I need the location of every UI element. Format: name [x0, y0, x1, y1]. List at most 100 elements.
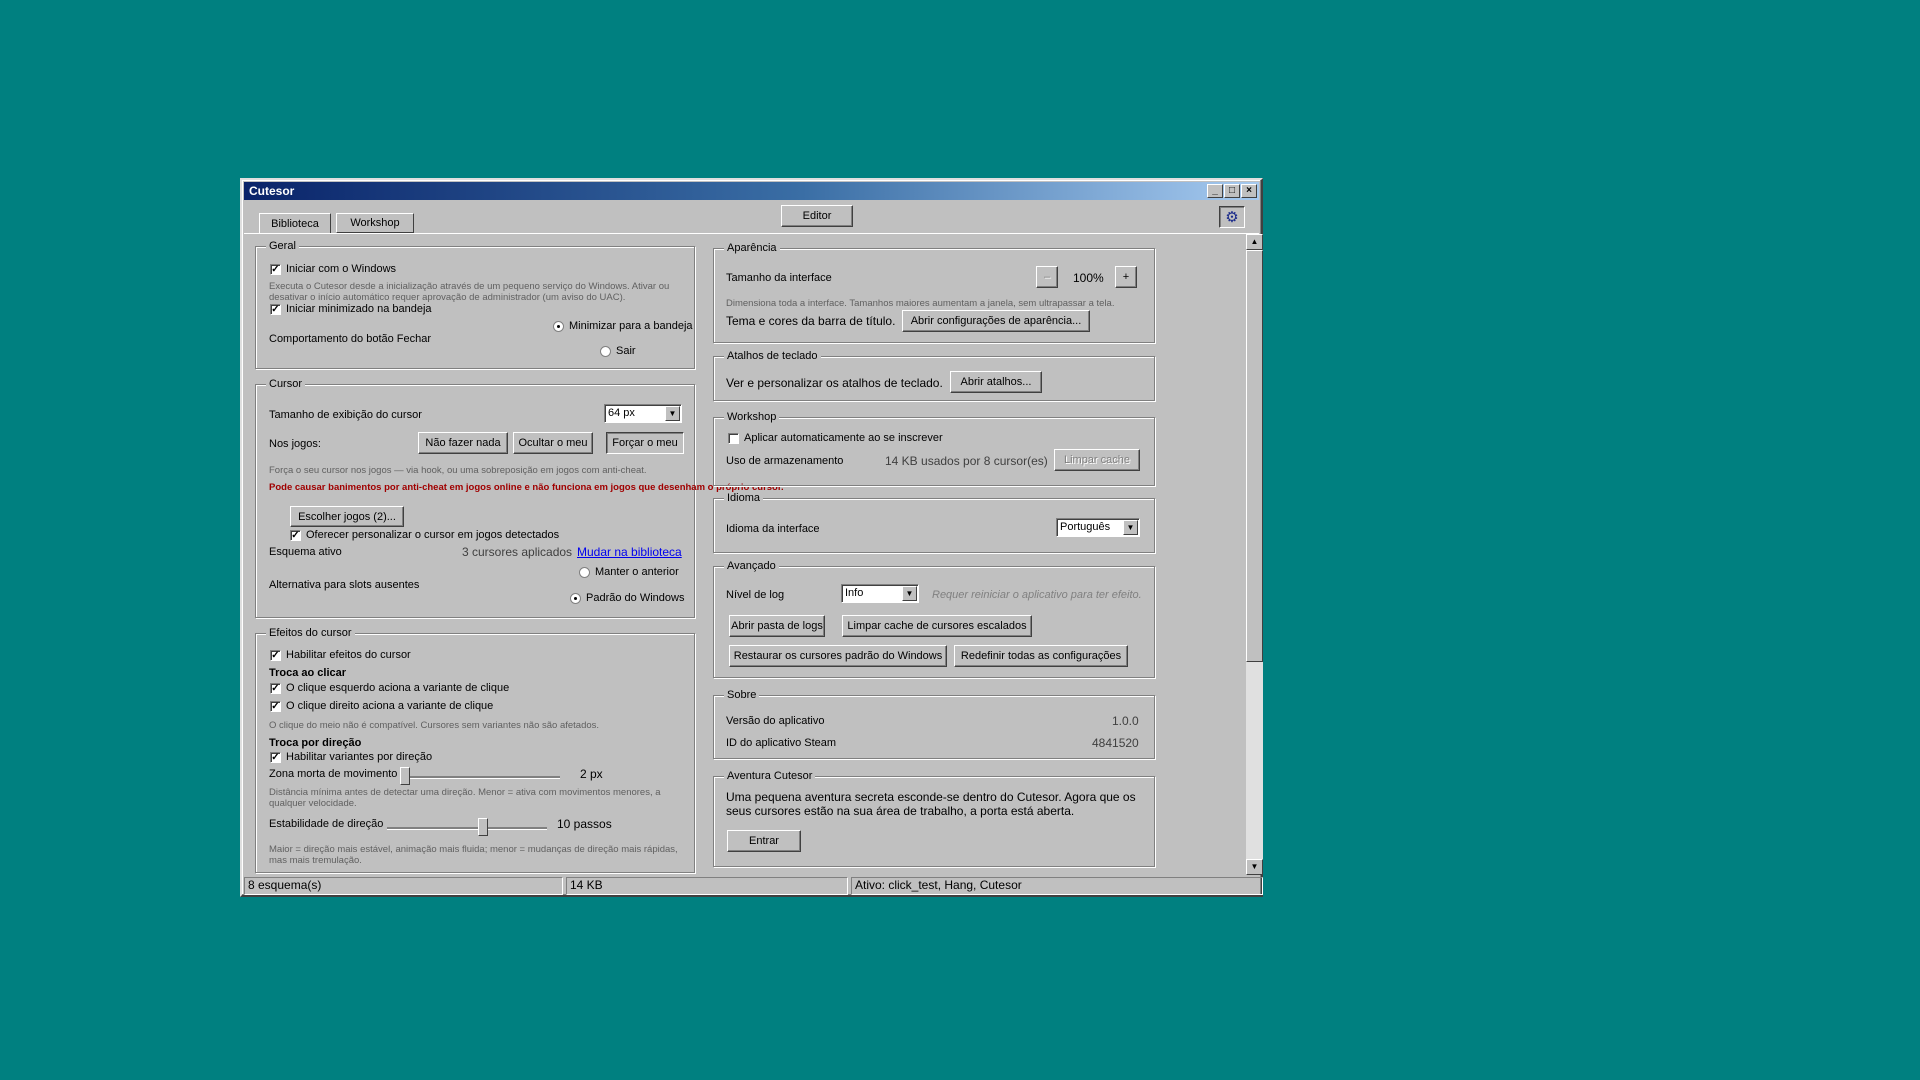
direction-swap-heading: Troca por direção	[269, 737, 362, 749]
group-geral-title: Geral	[266, 240, 299, 252]
status-schemes: 8 esquema(s)	[244, 877, 563, 895]
log-level-select[interactable]: Info ▼	[841, 584, 919, 603]
interface-size-label: Tamanho da interface	[726, 272, 832, 284]
start-with-windows-checkbox[interactable]: ✓	[270, 264, 281, 275]
deadzone-value: 2 px	[580, 767, 603, 781]
maximize-button[interactable]: □	[1224, 184, 1240, 198]
chevron-down-icon: ▼	[665, 406, 680, 421]
stability-slider-thumb[interactable]	[478, 818, 488, 836]
middle-click-note: O clique do meio não é compatível. Curso…	[269, 720, 600, 731]
group-effects-title: Efeitos do cursor	[266, 627, 355, 639]
group-about-title: Sobre	[724, 689, 760, 701]
group-about: Sobre	[713, 689, 1155, 759]
storage-label: Uso de armazenamento	[726, 455, 844, 467]
log-level-value: Info	[845, 587, 864, 599]
adventure-desc: Uma pequena aventura secreta esconde-se …	[726, 790, 1136, 818]
group-shortcuts-title: Atalhos de teclado	[724, 350, 821, 362]
open-logs-button[interactable]: Abrir pasta de logs	[729, 615, 825, 637]
tab-biblioteca[interactable]: Biblioteca	[259, 213, 331, 233]
title-bar[interactable]: Cutesor _ □ ×	[244, 182, 1259, 200]
theme-label: Tema e cores da barra de título.	[726, 314, 896, 328]
restore-defaults-button[interactable]: Restaurar os cursores padrão do Windows	[729, 645, 947, 667]
exit-label: Sair	[616, 345, 636, 357]
hide-mine-button[interactable]: Ocultar o meu	[513, 432, 593, 454]
editor-button[interactable]: Editor	[781, 205, 853, 227]
open-shortcuts-button[interactable]: Abrir atalhos...	[950, 371, 1042, 393]
keep-previous-label: Manter o anterior	[595, 566, 679, 578]
interface-language-label: Idioma da interface	[726, 523, 820, 535]
change-in-library-link[interactable]: Mudar na biblioteca	[577, 545, 682, 559]
log-restart-note: Requer reiniciar o aplicativo para ter e…	[932, 589, 1142, 601]
clear-scaled-cache-button[interactable]: Limpar cache de cursores escalados	[842, 615, 1032, 637]
scroll-up-icon[interactable]: ▲	[1246, 234, 1263, 250]
tab-divider	[244, 233, 1259, 234]
group-workshop-title: Workshop	[724, 411, 780, 423]
language-value: Português	[1060, 521, 1111, 533]
minimize-tray-radio[interactable]	[553, 321, 564, 332]
stability-value: 10 passos	[557, 817, 612, 831]
language-select[interactable]: Português ▼	[1056, 518, 1140, 537]
choose-games-button[interactable]: Escolher jogos (2)...	[290, 506, 404, 527]
close-button[interactable]: ×	[1241, 184, 1257, 198]
stability-label: Estabilidade de direção	[269, 818, 384, 830]
windows-default-label: Padrão do Windows	[586, 592, 685, 604]
start-minimized-checkbox[interactable]: ✓	[270, 304, 281, 315]
zoom-out-button[interactable]: –	[1036, 266, 1058, 288]
tab-workshop[interactable]: Workshop	[336, 213, 414, 233]
main-window: Cutesor _ □ × Biblioteca Workshop Editor…	[240, 178, 1263, 897]
storage-value: 14 KB usados por 8 cursor(es)	[885, 454, 1048, 468]
deadzone-slider-thumb[interactable]	[400, 767, 411, 785]
chevron-down-icon: ▼	[1123, 520, 1138, 535]
gear-icon[interactable]: ⚙	[1219, 206, 1245, 228]
games-label: Nos jogos:	[269, 438, 321, 450]
scroll-down-icon[interactable]: ▼	[1246, 859, 1263, 875]
offer-custom-checkbox[interactable]: ✓	[290, 530, 301, 541]
force-desc: Força o seu cursor nos jogos — via hook,…	[269, 465, 647, 476]
right-click-label: O clique direito aciona a variante de cl…	[286, 700, 494, 712]
keep-previous-radio[interactable]	[579, 567, 590, 578]
enable-direction-label: Habilitar variantes por direção	[286, 751, 433, 763]
deadzone-label: Zona morta de movimento	[269, 768, 398, 780]
reset-all-button[interactable]: Redefinir todas as configurações	[954, 645, 1128, 667]
force-mine-button[interactable]: Forçar o meu	[606, 432, 684, 454]
version-label: Versão do aplicativo	[726, 715, 825, 727]
minimize-button[interactable]: _	[1207, 184, 1223, 198]
status-active: Ativo: click_test, Hang, Cutesor	[851, 877, 1263, 895]
group-advanced-title: Avançado	[724, 560, 779, 572]
anticheat-warning: Pode causar banimentos por anti-cheat em…	[269, 482, 784, 493]
clear-cache-button[interactable]: Limpar cache	[1054, 449, 1140, 471]
start-minimized-label: Iniciar minimizado na bandeja	[286, 303, 432, 315]
enter-button[interactable]: Entrar	[727, 830, 801, 852]
group-appearance-title: Aparência	[724, 242, 780, 254]
left-click-checkbox[interactable]: ✓	[270, 683, 281, 694]
steam-id-value: 4841520	[1092, 736, 1139, 750]
scroll-thumb[interactable]	[1246, 250, 1263, 662]
status-size: 14 KB	[566, 877, 848, 895]
group-language-title: Idioma	[724, 492, 764, 504]
auto-apply-label: Aplicar automaticamente ao se inscrever	[744, 432, 943, 444]
enable-effects-checkbox[interactable]: ✓	[270, 650, 281, 661]
shortcuts-label: Ver e personalizar os atalhos de teclado…	[726, 376, 943, 390]
do-nothing-button[interactable]: Não fazer nada	[418, 432, 508, 454]
start-with-windows-label: Iniciar com o Windows	[286, 263, 397, 275]
click-swap-heading: Troca ao clicar	[269, 667, 347, 679]
vertical-scrollbar[interactable]: ▲ ▼	[1246, 234, 1263, 875]
deadzone-desc: Distância mínima antes de detectar uma d…	[269, 787, 661, 809]
right-click-checkbox[interactable]: ✓	[270, 701, 281, 712]
enable-direction-checkbox[interactable]: ✓	[270, 752, 281, 763]
enable-effects-label: Habilitar efeitos do cursor	[286, 649, 411, 661]
deadzone-slider-track	[402, 776, 560, 779]
zoom-in-button[interactable]: +	[1115, 266, 1137, 288]
cursor-size-value: 64 px	[608, 407, 635, 419]
auto-apply-checkbox[interactable]	[728, 433, 739, 444]
cursor-size-label: Tamanho de exibição do cursor	[269, 409, 422, 421]
zoom-value: 100%	[1073, 271, 1104, 285]
windows-default-radio[interactable]	[570, 593, 581, 604]
open-appearance-button[interactable]: Abrir configurações de aparência...	[902, 310, 1090, 332]
exit-radio[interactable]	[600, 346, 611, 357]
version-value: 1.0.0	[1112, 714, 1139, 728]
close-behavior-label: Comportamento do botão Fechar	[269, 333, 432, 345]
cursor-size-select[interactable]: 64 px ▼	[604, 404, 682, 423]
offer-custom-label: Oferecer personalizar o cursor em jogos …	[306, 529, 560, 541]
left-click-label: O clique esquerdo aciona a variante de c…	[286, 682, 510, 694]
